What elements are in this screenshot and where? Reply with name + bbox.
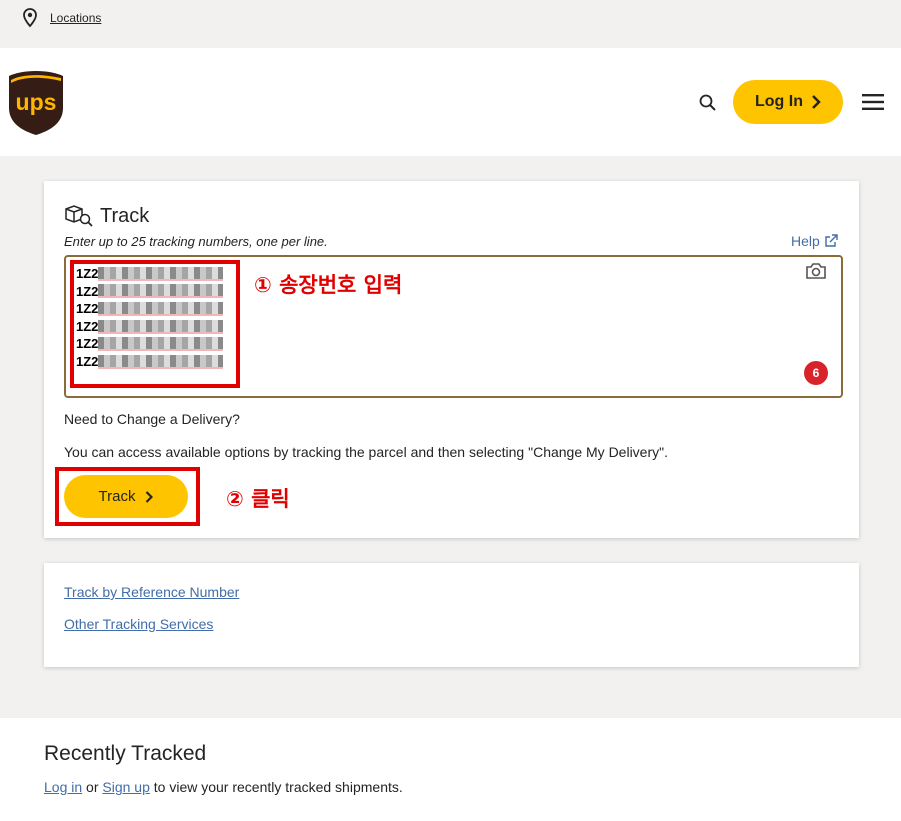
track-title: Track [100,204,150,227]
chevron-right-icon [812,95,821,109]
camera-icon[interactable] [805,262,827,280]
main-content: Track Enter up to 25 tracking numbers, o… [0,156,901,718]
recently-tracked-text: Log in or Sign up to view your recently … [44,779,403,795]
track-button-label: Track [98,488,136,505]
tracking-number-line: 1Z2 [76,300,224,318]
change-delivery-text: You can access available options by trac… [64,444,668,460]
signup-link[interactable]: Sign up [102,779,149,795]
annotation-step2: ② 클릭 [226,487,290,511]
tracking-number-line: 1Z2 [76,353,224,371]
external-link-icon [825,234,838,247]
redacted-block [98,319,224,334]
annotation-step1: ① 송장번호 입력 [254,273,403,297]
logo-text: ups [16,89,57,115]
locations-link[interactable]: Locations [22,8,101,28]
other-tracking-services-link[interactable]: Other Tracking Services [64,616,213,632]
login-label: Log In [755,93,803,110]
help-label[interactable]: Help [791,233,820,249]
track-card: Track Enter up to 25 tracking numbers, o… [44,181,859,538]
tracking-count-badge: 6 [804,361,828,385]
ups-logo[interactable]: ups [8,70,64,141]
location-pin-icon [23,8,37,28]
redacted-block [98,284,224,299]
login-link[interactable]: Log in [44,779,82,795]
hamburger-menu-icon[interactable] [862,94,884,110]
help-link[interactable]: Help [791,233,838,249]
site-header: ups Log In [0,48,901,156]
login-button[interactable]: Log In [733,80,843,124]
track-by-reference-link[interactable]: Track by Reference Number [64,584,239,600]
search-icon[interactable] [699,94,717,112]
change-delivery-heading: Need to Change a Delivery? [64,411,240,427]
tracking-numbers-list: 1Z2 1Z2 1Z2 1Z2 1Z2 1Z2 [76,265,224,371]
tracking-number-line: 1Z2 [76,283,224,301]
track-header: Track [64,204,149,228]
locations-label[interactable]: Locations [50,11,101,25]
package-search-icon [65,205,93,227]
tracking-number-line: 1Z2 [76,335,224,353]
tracking-options-card: Track by Reference Number Other Tracking… [44,563,859,667]
recently-tracked-title: Recently Tracked [44,742,207,765]
or-text: or [86,779,99,795]
tracking-numbers-textarea[interactable]: 1Z2 1Z2 1Z2 1Z2 1Z2 1Z2 6 [64,255,843,398]
tracking-number-line: 1Z2 [76,265,224,283]
redacted-block [98,301,224,316]
track-button[interactable]: Track [64,475,188,518]
track-hint: Enter up to 25 tracking numbers, one per… [64,234,328,249]
recently-tracked-suffix: to view your recently tracked shipments. [153,779,403,795]
redacted-block [98,337,224,352]
chevron-right-icon [146,490,154,503]
top-utility-bar: Locations [0,0,901,48]
redacted-block [98,354,224,369]
redacted-block [98,266,224,281]
tracking-number-line: 1Z2 [76,318,224,336]
